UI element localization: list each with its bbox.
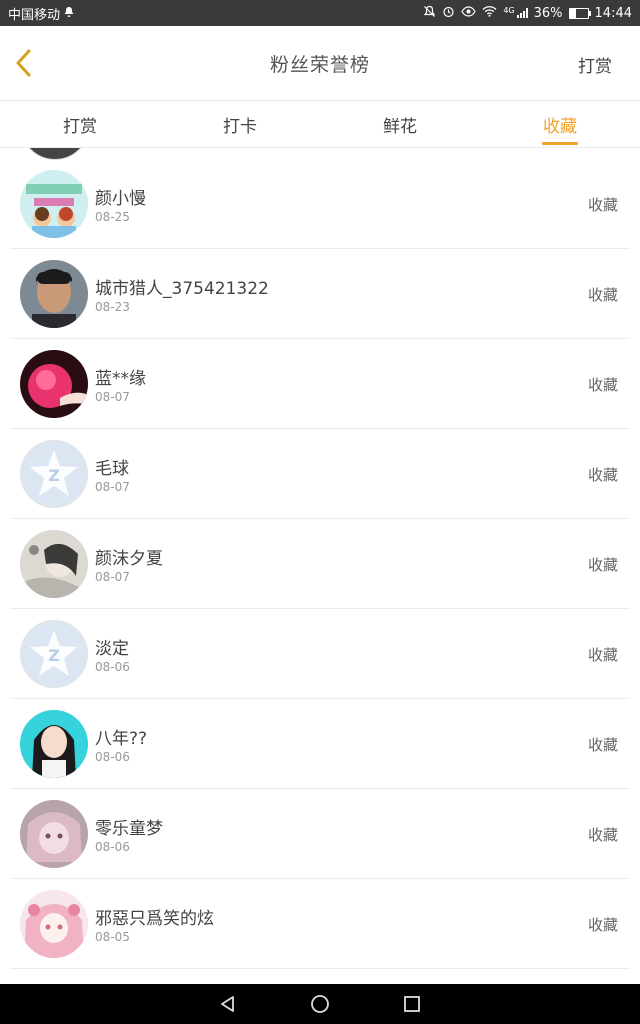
qq-default-icon: Z [30, 450, 78, 496]
date: 08-23 [95, 300, 130, 314]
nav-home-button[interactable] [305, 989, 335, 1019]
circle-home-icon [311, 995, 329, 1013]
app-header: 粉丝荣誉榜 打赏 [0, 26, 640, 101]
back-button[interactable] [8, 46, 38, 80]
avatar [20, 170, 88, 238]
eye-icon [461, 5, 477, 21]
list-item[interactable]: 城市猎人_375421322 08-23 收藏 [10, 249, 630, 339]
action-label: 收藏 [587, 196, 618, 214]
list-item[interactable]: 八年?? 08-06 收藏 [10, 699, 630, 789]
square-recents-icon [404, 996, 420, 1012]
battery-icon [568, 7, 591, 19]
action-label: 收藏 [587, 466, 618, 484]
status-bar: 中国移动 4G 36% 14:44 [0, 0, 640, 26]
carrier-label: 中国移动 [8, 7, 61, 23]
svg-text:Z: Z [48, 646, 60, 665]
page-title: 粉丝荣誉榜 [269, 53, 370, 76]
avatar [20, 350, 88, 418]
status-left: 中国移动 [8, 4, 75, 23]
date: 08-05 [95, 930, 130, 944]
tab-label: 打卡 [223, 116, 257, 137]
notification-icon [63, 6, 75, 21]
alarm-icon [442, 5, 455, 22]
list-item[interactable]: Z 毛球 08-07 收藏 [10, 429, 630, 519]
action-label: 收藏 [587, 376, 618, 394]
user-name: 蓝**缘 [95, 369, 146, 389]
avatar: Z [20, 620, 88, 688]
list-item[interactable]: 颜沫夕夏 08-07 收藏 [10, 519, 630, 609]
action-label: 收藏 [587, 736, 618, 754]
tab-active-indicator [542, 142, 578, 145]
user-name: 零乐童梦 [95, 819, 163, 839]
clock: 14:44 [594, 5, 632, 21]
date: 08-06 [95, 840, 130, 854]
user-name: 八年?? [95, 729, 148, 749]
avatar [20, 710, 88, 778]
avatar [20, 800, 88, 868]
reward-button[interactable]: 打赏 [578, 52, 612, 77]
avatar [20, 530, 88, 598]
network-type: 4G [503, 5, 515, 15]
tab-label: 鲜花 [383, 116, 417, 137]
system-nav-bar [0, 984, 640, 1024]
user-name: 毛球 [95, 459, 129, 479]
date: 08-07 [95, 390, 130, 404]
action-label: 收藏 [587, 286, 618, 304]
signal-icon [516, 8, 528, 18]
date: 08-07 [95, 570, 130, 584]
action-label: 收藏 [587, 646, 618, 664]
date: 08-06 [95, 750, 130, 764]
tab-reward[interactable]: 打赏 [0, 101, 160, 147]
list-item[interactable]: Z 淡定 08-06 收藏 [10, 609, 630, 699]
avatar [20, 260, 88, 328]
avatar: Z [20, 440, 88, 508]
avatar [20, 890, 88, 958]
date: 08-07 [95, 480, 130, 494]
tab-flowers[interactable]: 鲜花 [320, 101, 480, 147]
tab-bar: 打赏 打卡 鲜花 收藏 [0, 101, 640, 148]
action-label: 收藏 [587, 916, 618, 934]
battery-percent: 36% [533, 5, 563, 21]
fan-list[interactable]: 颜小慢 08-25 收藏 城市猎人_375421322 08-23 收藏 蓝**… [0, 148, 640, 984]
list-item[interactable]: 邪惡只爲笑的炫 08-05 收藏 [10, 879, 630, 969]
user-name: 邪惡只爲笑的炫 [95, 909, 214, 929]
user-name: 颜小慢 [95, 189, 146, 209]
svg-text:Z: Z [48, 466, 60, 485]
date: 08-25 [95, 210, 130, 224]
qq-default-icon: Z [30, 630, 78, 676]
chevron-left-icon [16, 49, 31, 77]
nav-recents-button[interactable] [397, 989, 427, 1019]
list-item[interactable]: 零乐童梦 08-06 收藏 [10, 789, 630, 879]
tab-label: 打赏 [63, 116, 97, 137]
user-name: 颜沫夕夏 [95, 549, 163, 569]
action-label: 收藏 [587, 556, 618, 574]
tab-label: 收藏 [543, 116, 577, 137]
list-item[interactable]: 颜小慢 08-25 收藏 [10, 159, 630, 249]
tab-checkin[interactable]: 打卡 [160, 101, 320, 147]
list-item[interactable]: 蓝**缘 08-07 收藏 [10, 339, 630, 429]
status-right: 4G 36% 14:44 [423, 5, 632, 22]
wifi-icon [482, 5, 497, 21]
triangle-back-icon [221, 996, 234, 1012]
tab-favorites[interactable]: 收藏 [480, 101, 640, 147]
nav-back-button[interactable] [213, 989, 243, 1019]
mute-icon [423, 5, 436, 22]
action-label: 收藏 [587, 826, 618, 844]
user-name: 城市猎人_375421322 [95, 279, 269, 299]
date: 08-06 [95, 660, 130, 674]
user-name: 淡定 [95, 639, 129, 659]
